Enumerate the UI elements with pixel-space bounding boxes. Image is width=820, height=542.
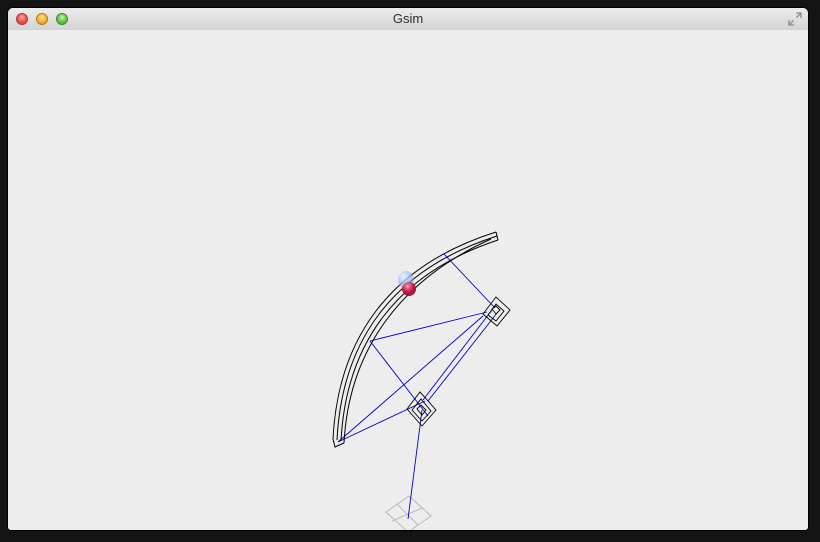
wing-structure bbox=[332, 231, 499, 448]
simulation-canvas[interactable] bbox=[8, 30, 808, 530]
node-center bbox=[406, 391, 437, 427]
app-window: Gsim bbox=[8, 8, 808, 530]
simulation-svg bbox=[332, 231, 511, 530]
title-bar[interactable]: Gsim bbox=[8, 8, 808, 31]
node-right bbox=[482, 296, 511, 327]
window-title: Gsim bbox=[392, 11, 424, 26]
fullscreen-icon[interactable] bbox=[788, 12, 802, 26]
ball-marker bbox=[398, 271, 416, 296]
tethers bbox=[337, 253, 498, 520]
